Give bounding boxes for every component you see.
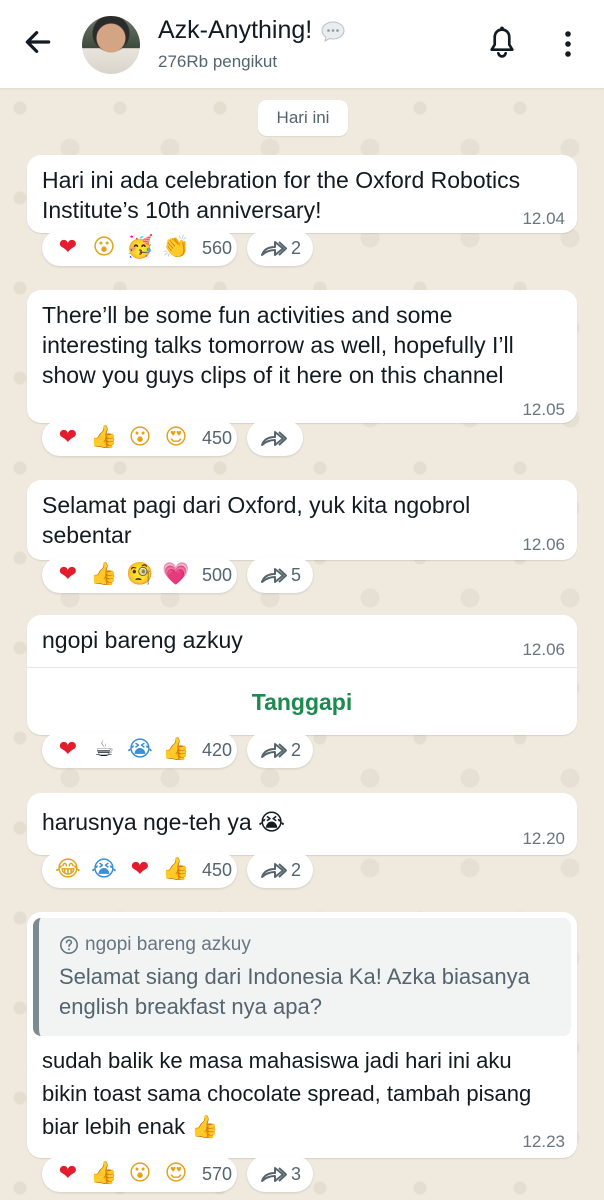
message-time: 12.20 — [522, 829, 565, 848]
question-icon — [60, 936, 78, 954]
reaction-emoji: ❤ — [58, 1161, 78, 1186]
reaction-count: 450 — [202, 859, 233, 880]
reaction-count: 560 — [202, 237, 233, 258]
forward-count: 2 — [291, 237, 302, 258]
forward-icon — [261, 1167, 287, 1182]
more-vertical-icon[interactable] — [560, 28, 576, 60]
message-bubble[interactable]: There’ll be some fun activities and some… — [27, 290, 577, 423]
forward-pill[interactable]: 2 — [247, 230, 314, 266]
message-text: sudah balik ke masa mahasiswa jadi hari … — [42, 1048, 532, 1139]
forward-pill[interactable]: 5 — [247, 557, 314, 593]
reaction-count: 450 — [202, 427, 233, 448]
message-bubble[interactable]: Selamat pagi dari Oxford, yuk kita ngobr… — [27, 480, 577, 560]
reaction-count: 500 — [202, 564, 233, 585]
reaction-emoji: 😮 — [128, 425, 152, 450]
follower-count: 276Rb pengikut — [158, 52, 278, 71]
forward-count: 2 — [291, 859, 302, 880]
message-text: ngopi bareng azkuy — [42, 627, 243, 653]
forward-icon — [261, 241, 287, 256]
reaction-emoji: 👍 — [90, 562, 118, 587]
reaction-emoji: 😍 — [164, 425, 188, 450]
reaction-emoji: ❤ — [58, 425, 78, 450]
chat-bubble-icon — [321, 20, 345, 42]
forward-pill[interactable]: 2 — [247, 732, 314, 768]
message-time: 12.04 — [522, 209, 565, 228]
message-text: harusnya nge-teh ya 😭 — [42, 809, 285, 835]
reaction-emoji: ☕ — [94, 737, 114, 762]
reactions-pill[interactable]: ❤ 👍 😮 😍 450 — [42, 420, 237, 456]
reaction-emoji: 👍 — [90, 425, 118, 450]
bell-icon[interactable] — [487, 26, 517, 60]
reactions-pill[interactable]: ❤ 👍 😮 😍 570 — [42, 1156, 237, 1192]
message-time: 12.05 — [522, 400, 565, 419]
forward-icon — [261, 431, 287, 446]
reaction-emoji: 💗 — [162, 562, 190, 587]
forward-pill[interactable]: 3 — [247, 1156, 314, 1192]
channel-name: Azk-Anything! — [158, 16, 313, 44]
message-text: Selamat pagi dari Oxford, yuk kita ngobr… — [42, 492, 471, 548]
quote-text: Selamat siang dari Indonesia Ka! Azka bi… — [59, 964, 530, 1019]
reaction-emoji: 😂 — [55, 857, 81, 882]
reaction-emoji: 👏 — [162, 235, 190, 260]
reaction-emoji: 👍 — [162, 737, 190, 762]
forward-icon — [261, 863, 287, 878]
reactions-pill[interactable]: ❤ 😮 🥳 👏 560 — [42, 230, 237, 266]
reactions-pill[interactable]: 😂 😭 ❤ 👍 450 — [42, 852, 237, 888]
forward-pill[interactable]: 2 — [247, 852, 314, 888]
quoted-message[interactable]: ngopi bareng azkuy Selamat siang dari In… — [33, 918, 571, 1036]
forward-count: 3 — [291, 1163, 302, 1184]
message-bubble[interactable]: harusnya nge-teh ya 😭 12.20 — [27, 793, 577, 855]
reactions-pill[interactable]: ❤ ☕ 😭 👍 420 — [42, 732, 237, 768]
reaction-emoji: 🥳 — [126, 235, 154, 260]
channel-title[interactable]: Azk-Anything! — [158, 16, 346, 45]
quote-author: ngopi bareng azkuy — [59, 934, 251, 956]
reaction-emoji: ❤ — [58, 562, 78, 587]
reaction-emoji: ❤ — [130, 857, 150, 882]
reaction-emoji: 🧐 — [126, 562, 154, 587]
reaction-emoji: 😮 — [92, 235, 116, 260]
quote-author-name: ngopi bareng azkuy — [85, 934, 251, 955]
reaction-emoji: 😮 — [128, 1161, 152, 1186]
avatar[interactable] — [82, 16, 140, 74]
message-text: Hari ini ada celebration for the Oxford … — [42, 167, 521, 223]
message-time: 12.23 — [522, 1132, 565, 1151]
forward-icon — [261, 568, 287, 583]
forward-pill[interactable] — [247, 420, 303, 456]
message-bubble[interactable]: ngopi bareng azkuy Selamat siang dari In… — [27, 912, 577, 1158]
message-bubble[interactable]: ngopi bareng azkuy 12.06 Tanggapi — [27, 615, 577, 735]
reply-button[interactable]: Tanggapi — [27, 667, 577, 735]
message-bubble[interactable]: Hari ini ada celebration for the Oxford … — [27, 155, 577, 233]
reaction-emoji: 😍 — [164, 1161, 188, 1186]
reaction-emoji: 😭 — [127, 737, 153, 762]
forward-count: 5 — [291, 564, 302, 585]
message-time: 12.06 — [522, 640, 565, 659]
date-separator: Hari ini — [258, 100, 348, 136]
forward-count: 2 — [291, 739, 302, 760]
reaction-emoji: 👍 — [90, 1161, 118, 1186]
reaction-count: 570 — [202, 1163, 233, 1184]
reactions-pill[interactable]: ❤ 👍 🧐 💗 500 — [42, 557, 237, 593]
back-arrow-icon[interactable] — [22, 26, 54, 58]
reaction-emoji: ❤ — [58, 235, 78, 260]
reaction-emoji: 👍 — [162, 857, 190, 882]
channel-header: Azk-Anything! 276Rb pengikut — [0, 0, 604, 88]
reaction-emoji: ❤ — [58, 737, 78, 762]
message-time: 12.06 — [522, 535, 565, 554]
reaction-count: 420 — [202, 739, 233, 760]
message-text: There’ll be some fun activities and some… — [42, 302, 514, 388]
forward-icon — [261, 743, 287, 758]
reaction-emoji: 😭 — [91, 857, 117, 882]
